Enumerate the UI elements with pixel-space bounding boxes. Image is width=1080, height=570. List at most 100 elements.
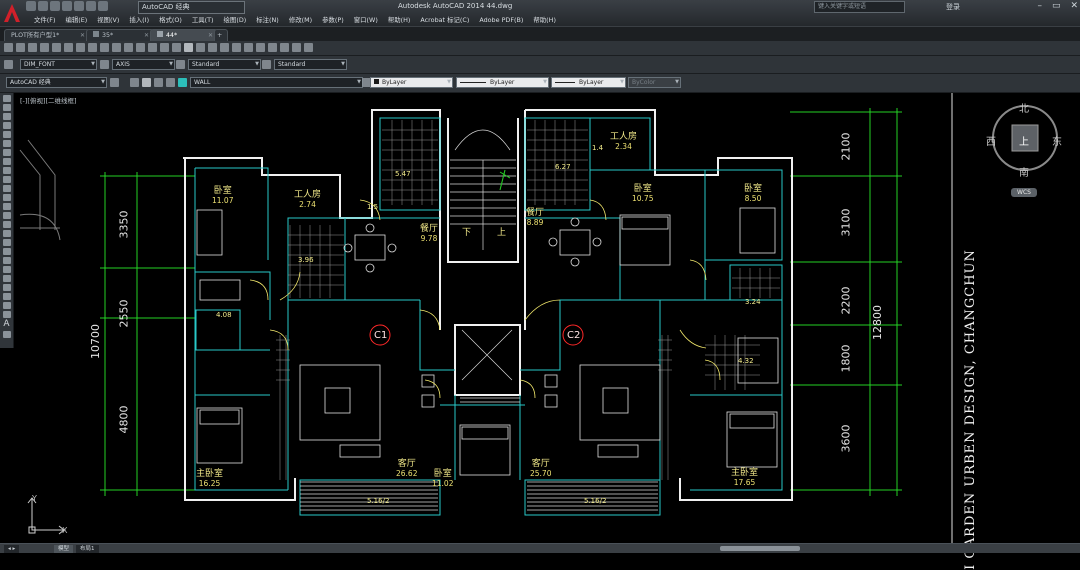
paste-icon[interactable]	[124, 43, 133, 52]
tablestyle-icon[interactable]	[176, 60, 185, 69]
rectangle-icon[interactable]	[2, 131, 11, 138]
sheetset-icon[interactable]	[268, 43, 277, 52]
text-style-select[interactable]: AXIS ▼	[112, 59, 175, 70]
tab-plot[interactable]: PLOT所有户型1* ✕	[4, 29, 90, 41]
preview-icon[interactable]	[64, 43, 73, 52]
add-selected-icon[interactable]	[2, 331, 11, 338]
open-icon[interactable]	[38, 1, 48, 11]
rotate-icon[interactable]	[2, 266, 11, 273]
layer-properties-icon[interactable]	[130, 78, 139, 87]
menu-parametric[interactable]: 参数(P)	[318, 14, 350, 26]
cut-icon[interactable]	[100, 43, 109, 52]
ellipse-icon[interactable]	[2, 176, 11, 183]
designcenter-icon[interactable]	[244, 43, 253, 52]
zoom-realtime-icon[interactable]	[196, 43, 205, 52]
extend-icon[interactable]	[2, 284, 11, 291]
blockeditor-icon[interactable]	[148, 43, 157, 52]
layer-color-icon[interactable]	[178, 78, 187, 87]
menu-modify[interactable]: 修改(M)	[285, 14, 318, 26]
save-icon[interactable]	[50, 1, 60, 11]
table-icon[interactable]	[2, 248, 11, 255]
print-icon[interactable]	[74, 1, 84, 11]
horizontal-scrollbar[interactable]	[720, 546, 800, 551]
menu-help[interactable]: 帮助(H)	[384, 14, 417, 26]
point-icon[interactable]	[2, 212, 11, 219]
linetype-select[interactable]: ByLayer ▼	[456, 77, 549, 88]
new-tab-button[interactable]: +	[214, 29, 228, 41]
pan-icon[interactable]	[184, 43, 193, 52]
viewport-controls[interactable]: [-][俯视][二维线框]	[20, 95, 77, 105]
zoom-previous-icon[interactable]	[220, 43, 229, 52]
minimize-icon[interactable]: –	[1037, 1, 1042, 11]
workspace-settings-icon[interactable]	[110, 78, 119, 87]
spline-icon[interactable]	[2, 167, 11, 174]
matchprop-icon[interactable]	[136, 43, 145, 52]
line-icon[interactable]	[2, 95, 11, 102]
properties-icon[interactable]	[232, 43, 241, 52]
publish-icon[interactable]	[76, 43, 85, 52]
qnew-icon[interactable]	[4, 43, 13, 52]
menu-dimension[interactable]: 标注(N)	[252, 14, 285, 26]
new-icon[interactable]	[26, 1, 36, 11]
menu-view[interactable]: 视图(V)	[93, 14, 125, 26]
close-icon[interactable]: ✕	[80, 30, 85, 41]
menu-help-2[interactable]: 帮助(H)	[529, 14, 562, 26]
viewcube-top-face[interactable]: 上	[1019, 133, 1029, 148]
menu-draw[interactable]: 绘图(D)	[220, 14, 253, 26]
compass-west[interactable]: 西	[986, 133, 996, 148]
trim-icon[interactable]	[2, 275, 11, 282]
saveas-icon[interactable]	[62, 1, 72, 11]
tab-44[interactable]: 44* ✕	[150, 29, 218, 41]
dimstyle-icon[interactable]	[100, 60, 109, 69]
mtext-icon[interactable]: A	[0, 320, 13, 329]
login-button[interactable]: 登录	[946, 2, 960, 12]
region-icon[interactable]	[2, 239, 11, 246]
search-input[interactable]: 键入关键字或短语	[814, 1, 905, 13]
compass-north[interactable]: 北	[1019, 100, 1029, 115]
menu-format[interactable]: 格式(O)	[155, 14, 188, 26]
circle-icon[interactable]	[2, 149, 11, 156]
menu-acrobat[interactable]: Acrobat 标记(C)	[416, 14, 475, 26]
revcloud-icon[interactable]	[2, 158, 11, 165]
open-icon[interactable]	[16, 43, 25, 52]
freeze-icon[interactable]	[154, 78, 163, 87]
offset-icon[interactable]	[2, 293, 11, 300]
lineweight-select[interactable]: ByLayer ▼	[551, 77, 626, 88]
plotstyle-select[interactable]: ByColor ▼	[628, 77, 681, 88]
gradient-icon[interactable]	[2, 230, 11, 237]
compass-east[interactable]: 东	[1052, 133, 1062, 148]
hatch-icon[interactable]	[2, 221, 11, 228]
menu-edit[interactable]: 编辑(E)	[61, 14, 93, 26]
compass-south[interactable]: 南	[1019, 164, 1029, 179]
layer-on-icon[interactable]	[142, 78, 151, 87]
ellipse-arc-icon[interactable]	[2, 185, 11, 192]
toolpalette-icon[interactable]	[256, 43, 265, 52]
3dprint-icon[interactable]	[88, 43, 97, 52]
text-style-icon[interactable]	[4, 60, 13, 69]
close-icon[interactable]: ✕	[144, 30, 149, 41]
fillet-icon[interactable]	[2, 311, 11, 318]
annotation-style-select[interactable]: DIM_FONT ▼	[20, 59, 97, 70]
markup-icon[interactable]	[280, 43, 289, 52]
mirror-icon[interactable]	[2, 302, 11, 309]
cloud-icon[interactable]	[40, 43, 49, 52]
close-icon[interactable]: ✕	[208, 30, 213, 41]
table-style-select[interactable]: Standard ▼	[274, 59, 347, 70]
save-icon[interactable]	[28, 43, 37, 52]
redo-icon[interactable]	[98, 1, 108, 11]
undo-icon[interactable]	[86, 1, 96, 11]
close-icon[interactable]: ✕	[1070, 1, 1078, 11]
polyline-icon[interactable]	[2, 113, 11, 120]
menu-file[interactable]: 文件(F)	[30, 14, 61, 26]
polygon-icon[interactable]	[2, 122, 11, 129]
menu-tools[interactable]: 工具(T)	[188, 14, 220, 26]
workspace-toolbar-select[interactable]: AutoCAD 经典 ▼	[6, 77, 107, 88]
make-block-icon[interactable]	[2, 203, 11, 210]
zoom-window-icon[interactable]	[208, 43, 217, 52]
mleaderstyle-icon[interactable]	[262, 60, 271, 69]
menu-window[interactable]: 窗口(W)	[350, 14, 384, 26]
copy-icon[interactable]	[112, 43, 121, 52]
restore-icon[interactable]: ▭	[1052, 1, 1061, 11]
redo-icon[interactable]	[172, 43, 181, 52]
layer-select[interactable]: WALL ▼	[190, 77, 363, 88]
